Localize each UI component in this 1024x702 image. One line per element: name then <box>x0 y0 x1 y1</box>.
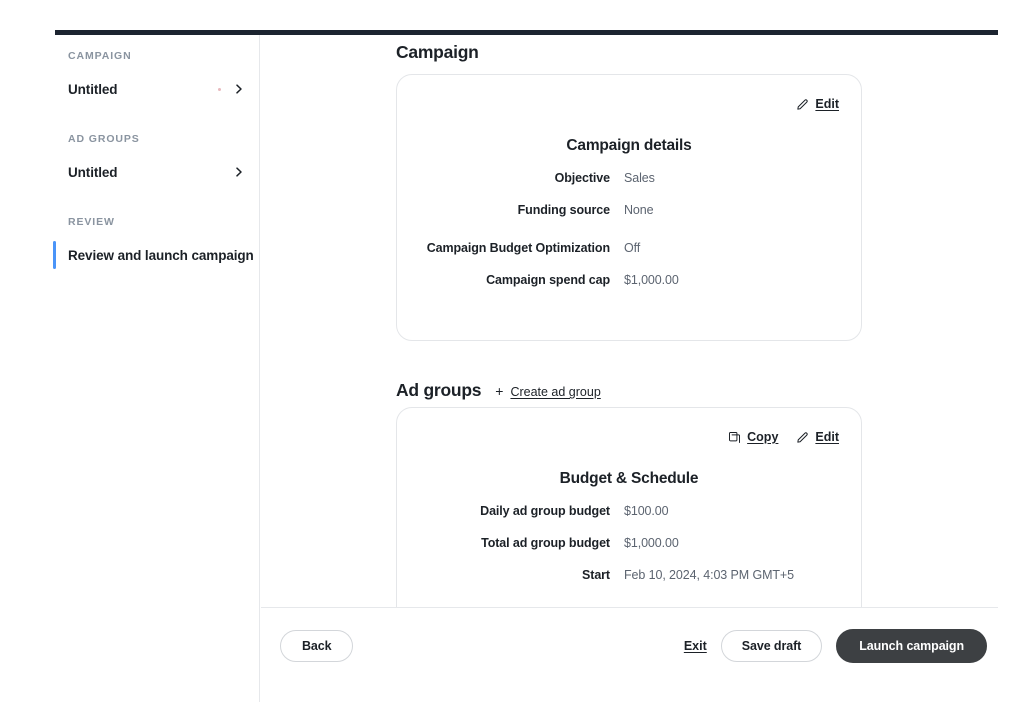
detail-row: Campaign spend cap $1,000.00 <box>397 273 861 287</box>
detail-row: Objective Sales <box>397 171 861 185</box>
detail-label: Campaign Budget Optimization <box>426 241 610 255</box>
edit-label: Edit <box>815 97 839 111</box>
sidebar-item-review-and-launch[interactable]: Review and launch campaign <box>0 238 259 272</box>
detail-row: Start Feb 10, 2024, 4:03 PM GMT+5 <box>397 568 861 582</box>
sidebar-item-adgroup-untitled[interactable]: Untitled <box>0 155 259 189</box>
edit-ad-group-button[interactable]: Edit <box>796 430 839 444</box>
detail-value: $1,000.00 <box>624 273 679 287</box>
chevron-right-icon[interactable] <box>233 83 245 95</box>
ad-groups-heading-row: Ad groups + Create ad group <box>396 380 601 401</box>
detail-label: Campaign spend cap <box>486 273 610 287</box>
detail-row: Daily ad group budget $100.00 <box>397 504 861 518</box>
edit-campaign-button[interactable]: Edit <box>796 97 839 111</box>
detail-label: Total ad group budget <box>481 536 610 550</box>
save-draft-button[interactable]: Save draft <box>720 629 823 663</box>
page-body: CAMPAIGN Untitled AD GROUPS Untitled REV… <box>0 35 1024 702</box>
sidebar-item-label: Review and launch campaign <box>68 247 254 263</box>
detail-value: Sales <box>624 171 655 185</box>
pencil-icon <box>796 98 809 111</box>
detail-value: None <box>624 203 654 217</box>
page-title-ad-groups: Ad groups <box>396 380 482 400</box>
copy-ad-group-button[interactable]: Copy <box>728 430 778 444</box>
detail-row: Total ad group budget $1,000.00 <box>397 536 861 550</box>
sidebar-navigation: CAMPAIGN Untitled AD GROUPS Untitled REV… <box>0 35 260 702</box>
sidebar-group-review: REVIEW Review and launch campaign <box>0 189 259 272</box>
sidebar-item-label: Untitled <box>68 81 118 97</box>
page-title-campaign: Campaign <box>396 42 479 62</box>
detail-value: $100.00 <box>624 504 669 518</box>
detail-label: Objective <box>554 171 610 185</box>
detail-label: Funding source <box>517 203 610 217</box>
pencil-icon <box>796 431 809 444</box>
detail-value: Feb 10, 2024, 4:03 PM GMT+5 <box>624 568 794 582</box>
detail-value: Off <box>624 241 641 255</box>
detail-row: Campaign Budget Optimization Off <box>397 241 861 255</box>
campaign-details-card: Edit Campaign details Objective Sales Fu… <box>396 74 862 341</box>
sidebar-group-campaign: CAMPAIGN Untitled <box>0 35 259 106</box>
sidebar-section-label-campaign: CAMPAIGN <box>68 50 132 62</box>
create-ad-group-label: Create ad group <box>510 385 601 399</box>
campaign-details-title: Campaign details <box>566 137 692 154</box>
main-scroll-region: Campaign Edit Campaign details Objective… <box>261 35 1024 607</box>
copy-icon <box>728 431 741 444</box>
status-dot-icon <box>218 87 221 91</box>
main-content: Campaign Edit Campaign details Objective… <box>261 35 1024 702</box>
sidebar-group-ad-groups: AD GROUPS Untitled <box>0 106 259 189</box>
sidebar-section-label-review: REVIEW <box>68 216 115 228</box>
footer-inner: Back Exit Save draft Launch campaign <box>261 608 998 684</box>
budget-schedule-title: Budget & Schedule <box>559 470 699 487</box>
ad-group-budget-schedule-card: Copy Edit Budget & Schedule Daily ad gro… <box>396 407 862 607</box>
sidebar-item-label: Untitled <box>68 164 118 180</box>
detail-value: $1,000.00 <box>624 536 679 550</box>
campaign-details-list: Objective Sales Funding source None Camp… <box>397 171 861 305</box>
detail-label: Start <box>582 568 610 582</box>
detail-row: Funding source None <box>397 203 861 217</box>
back-button[interactable]: Back <box>280 629 354 663</box>
budget-schedule-list: Daily ad group budget $100.00 Total ad g… <box>397 504 861 600</box>
edit-label: Edit <box>815 430 839 444</box>
sidebar-section-label-ad-groups: AD GROUPS <box>68 133 140 145</box>
copy-label: Copy <box>747 430 779 444</box>
launch-campaign-button[interactable]: Launch campaign <box>836 628 987 664</box>
detail-label: Daily ad group budget <box>480 504 610 518</box>
plus-icon: + <box>495 383 504 399</box>
footer-right-actions: Exit Save draft Launch campaign <box>684 628 998 664</box>
campaign-card-actions: Edit <box>796 97 839 111</box>
sidebar-item-campaign-untitled[interactable]: Untitled <box>0 72 259 106</box>
ad-group-card-actions: Copy Edit <box>728 430 839 444</box>
exit-link[interactable]: Exit <box>684 639 707 653</box>
footer-action-bar: Back Exit Save draft Launch campaign <box>261 607 998 702</box>
chevron-right-icon[interactable] <box>233 166 245 178</box>
create-ad-group-button[interactable]: + Create ad group <box>495 384 601 399</box>
